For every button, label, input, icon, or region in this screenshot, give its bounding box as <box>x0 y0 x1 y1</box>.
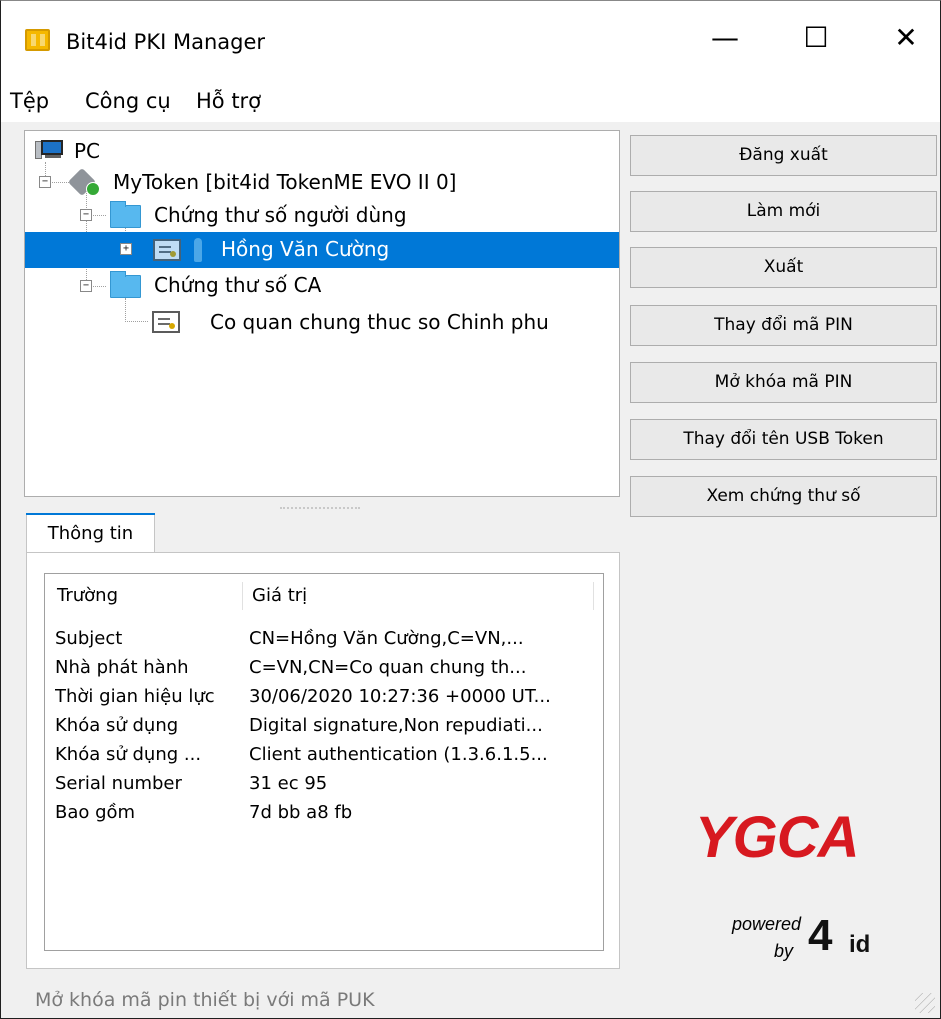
powered-text: powered <box>731 914 801 934</box>
details-list-header: Trường Giá trị <box>45 574 603 618</box>
tree-node-label: Chứng thư số người dùng <box>154 203 407 227</box>
token-icon <box>67 167 101 197</box>
value-column-header[interactable]: Giá trị <box>252 574 307 618</box>
tree-connector <box>125 321 148 322</box>
window-title: Bit4id PKI Manager <box>66 30 266 54</box>
refresh-button[interactable]: Làm mới <box>630 191 937 232</box>
close-button[interactable]: ✕ <box>863 1 941 75</box>
tree-node-user-certificates[interactable]: Chứng thư số người dùng <box>110 198 410 234</box>
view-certificate-button[interactable]: Xem chứng thư số <box>630 476 937 517</box>
details-row[interactable]: Subject CN=Hồng Văn Cường,C=VN,... <box>45 624 603 653</box>
tree-node-label: Hồng Văn Cường <box>221 237 390 261</box>
row-value: C=VN,CN=Co quan chung th... <box>249 657 527 678</box>
rename-usb-token-button[interactable]: Thay đổi tên USB Token <box>630 419 937 460</box>
unlock-pin-button[interactable]: Mở khóa mã PIN <box>630 362 937 403</box>
panel-splitter[interactable] <box>280 507 360 509</box>
details-row[interactable]: Khóa sử dụng ... Client authentication (1… <box>45 740 603 769</box>
menu-bar: Tệp Công cụ Hỗ trợ <box>1 75 940 122</box>
maximize-button[interactable]: ☐ <box>773 1 859 75</box>
column-separator[interactable] <box>593 582 594 610</box>
row-field: Khóa sử dụng ... <box>55 744 202 765</box>
certificate-icon <box>152 311 180 333</box>
tree-node-label: Chứng thư số CA <box>154 273 322 297</box>
resize-grip-icon[interactable] <box>915 993 935 1013</box>
status-bar: Mở khóa mã pin thiết bị với mã PUK <box>35 989 375 1011</box>
collapse-toggle[interactable]: − <box>80 280 92 292</box>
row-value: 31 ec 95 <box>249 773 328 794</box>
row-field: Thời gian hiệu lực <box>55 686 215 707</box>
change-pin-button[interactable]: Thay đổi mã PIN <box>630 305 937 346</box>
menu-file[interactable]: Tệp <box>10 87 49 115</box>
menu-tools[interactable]: Công cụ <box>85 87 171 115</box>
bit4id-logo: powered by 4 id <box>721 910 891 970</box>
folder-icon <box>110 201 141 228</box>
bit4id-pki-manager-window: Bit4id PKI Manager — ☐ ✕ Tệp Công cụ Hỗ … <box>0 0 941 1019</box>
details-row[interactable]: Khóa sử dụng Digital signature,Non repudi… <box>45 711 603 740</box>
key-icon <box>194 238 202 262</box>
row-value: 30/06/2020 10:27:36 +0000 UT... <box>249 686 551 707</box>
folder-icon <box>110 271 141 298</box>
export-button[interactable]: Xuất <box>630 247 937 288</box>
details-row[interactable]: Serial number 31 ec 95 <box>45 769 603 798</box>
row-value: Client authentication (1.3.6.1.5... <box>249 744 548 765</box>
bit4id-brand-id: id <box>849 931 871 958</box>
menu-help[interactable]: Hỗ trợ <box>196 87 261 115</box>
information-panel: Trường Giá trị Subject CN=Hồng Văn Cường,… <box>26 552 620 969</box>
tree-node-label: PC <box>74 139 101 163</box>
ygca-logo: YGCA <box>695 804 885 872</box>
details-row[interactable]: Bao gồm 7d bb a8 fb <box>45 798 603 827</box>
expand-toggle[interactable]: + <box>120 243 132 255</box>
bit4id-brand-number: 4 <box>808 911 833 960</box>
certificate-tree[interactable]: PC − MyToken [bit4id TokenME EVO II 0] −… <box>24 130 620 497</box>
tab-information[interactable]: Thông tin <box>26 513 155 553</box>
row-value: CN=Hồng Văn Cường,C=VN,... <box>249 628 524 649</box>
row-field: Bao gồm <box>55 802 136 823</box>
computer-icon <box>35 140 63 159</box>
application-icon <box>25 29 50 51</box>
tree-node-token[interactable]: MyToken [bit4id TokenME EVO II 0] <box>67 165 499 201</box>
certificate-icon <box>153 239 181 261</box>
logout-button[interactable]: Đăng xuất <box>630 135 937 176</box>
tree-node-label: Co quan chung thuc so Chinh phu <box>210 310 549 334</box>
field-column-header[interactable]: Trường <box>57 574 118 618</box>
collapse-toggle[interactable]: − <box>80 209 92 221</box>
column-separator[interactable] <box>242 582 243 610</box>
tree-node-selected-certificate[interactable]: + Hồng Văn Cường <box>25 232 619 268</box>
tree-node-label: MyToken [bit4id TokenME EVO II 0] <box>113 170 457 194</box>
row-value: Digital signature,Non repudiati... <box>249 715 543 736</box>
row-field: Subject <box>55 628 123 649</box>
details-row[interactable]: Thời gian hiệu lực 30/06/2020 10:27:36 +0… <box>45 682 603 711</box>
collapse-toggle[interactable]: − <box>39 176 51 188</box>
certificate-details-list[interactable]: Trường Giá trị Subject CN=Hồng Văn Cường,… <box>44 573 604 951</box>
by-text: by <box>774 941 794 961</box>
row-value: 7d bb a8 fb <box>249 802 353 823</box>
ygca-logo-text: YGCA <box>695 805 860 870</box>
row-field: Serial number <box>55 773 182 794</box>
row-field: Nhà phát hành <box>55 657 189 678</box>
title-bar: Bit4id PKI Manager — ☐ ✕ <box>1 1 940 75</box>
details-row[interactable]: Nhà phát hành C=VN,CN=Co quan chung th... <box>45 653 603 682</box>
minimize-button[interactable]: — <box>682 1 768 75</box>
tree-node-ca-certificate[interactable]: Co quan chung thuc so Chinh phu <box>152 305 592 341</box>
tree-node-ca-certificates[interactable]: Chứng thư số CA <box>110 268 370 304</box>
row-field: Khóa sử dụng <box>55 715 179 736</box>
